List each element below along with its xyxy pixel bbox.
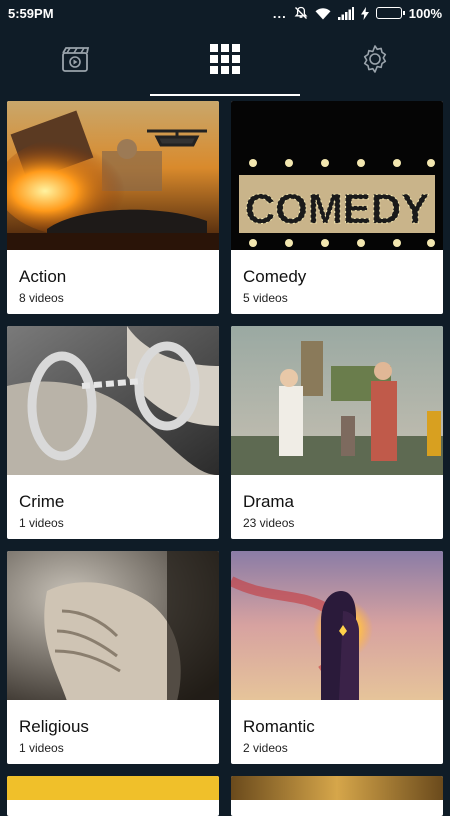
status-icons: ... 100% — [273, 6, 442, 21]
status-bar: 5:59PM ... 100% — [0, 0, 450, 26]
svg-text:COMEDY: COMEDY — [245, 185, 429, 232]
status-dots: ... — [272, 5, 287, 21]
category-card-religious[interactable]: Religious 1 videos — [7, 551, 219, 764]
category-count: 8 videos — [19, 291, 64, 305]
category-grid: Action 8 videos COMEDY Comedy 5 videos C… — [7, 101, 443, 816]
battery-percent: 100% — [408, 5, 442, 21]
partial-thumbnail-yellow — [7, 776, 219, 800]
category-card-drama[interactable]: Drama 23 videos — [231, 326, 443, 539]
crime-thumbnail — [7, 326, 219, 475]
category-title: Religious — [19, 717, 89, 736]
tab-settings[interactable] — [300, 26, 450, 96]
category-card-comedy[interactable]: COMEDY Comedy 5 videos — [231, 101, 443, 314]
category-count: 1 videos — [19, 516, 64, 530]
gear-icon — [359, 43, 391, 80]
charging-bolt-icon — [360, 6, 369, 20]
category-card-partial-left[interactable] — [7, 776, 219, 816]
romantic-thumbnail — [231, 551, 443, 700]
category-title: Comedy — [243, 267, 307, 286]
tab-categories[interactable] — [150, 26, 300, 96]
category-count: 2 videos — [243, 741, 288, 755]
category-title: Action — [19, 267, 67, 286]
partial-thumbnail-gold — [231, 776, 443, 800]
battery-icon — [375, 7, 405, 19]
category-count: 23 videos — [243, 516, 295, 530]
category-title: Crime — [19, 492, 65, 511]
category-card-partial-right[interactable] — [231, 776, 443, 816]
comedy-thumbnail: COMEDY — [231, 101, 443, 250]
category-title: Romantic — [243, 717, 315, 736]
status-time: 5:59PM — [8, 5, 54, 21]
tab-videos[interactable] — [0, 26, 150, 96]
category-count: 1 videos — [19, 741, 64, 755]
wifi-icon — [315, 7, 331, 20]
category-card-action[interactable]: Action 8 videos — [7, 101, 219, 314]
category-title: Drama — [243, 492, 295, 511]
category-count: 5 videos — [243, 291, 288, 305]
video-icon — [60, 44, 90, 79]
drama-thumbnail — [231, 326, 443, 475]
tab-bar — [0, 26, 450, 96]
signal-icon — [337, 6, 354, 20]
grid-icon — [209, 43, 241, 80]
category-card-romantic[interactable]: Romantic 2 videos — [231, 551, 443, 764]
action-thumbnail — [7, 101, 219, 250]
mute-bell-icon — [294, 6, 308, 20]
category-card-crime[interactable]: Crime 1 videos — [7, 326, 219, 539]
religious-thumbnail — [7, 551, 219, 700]
